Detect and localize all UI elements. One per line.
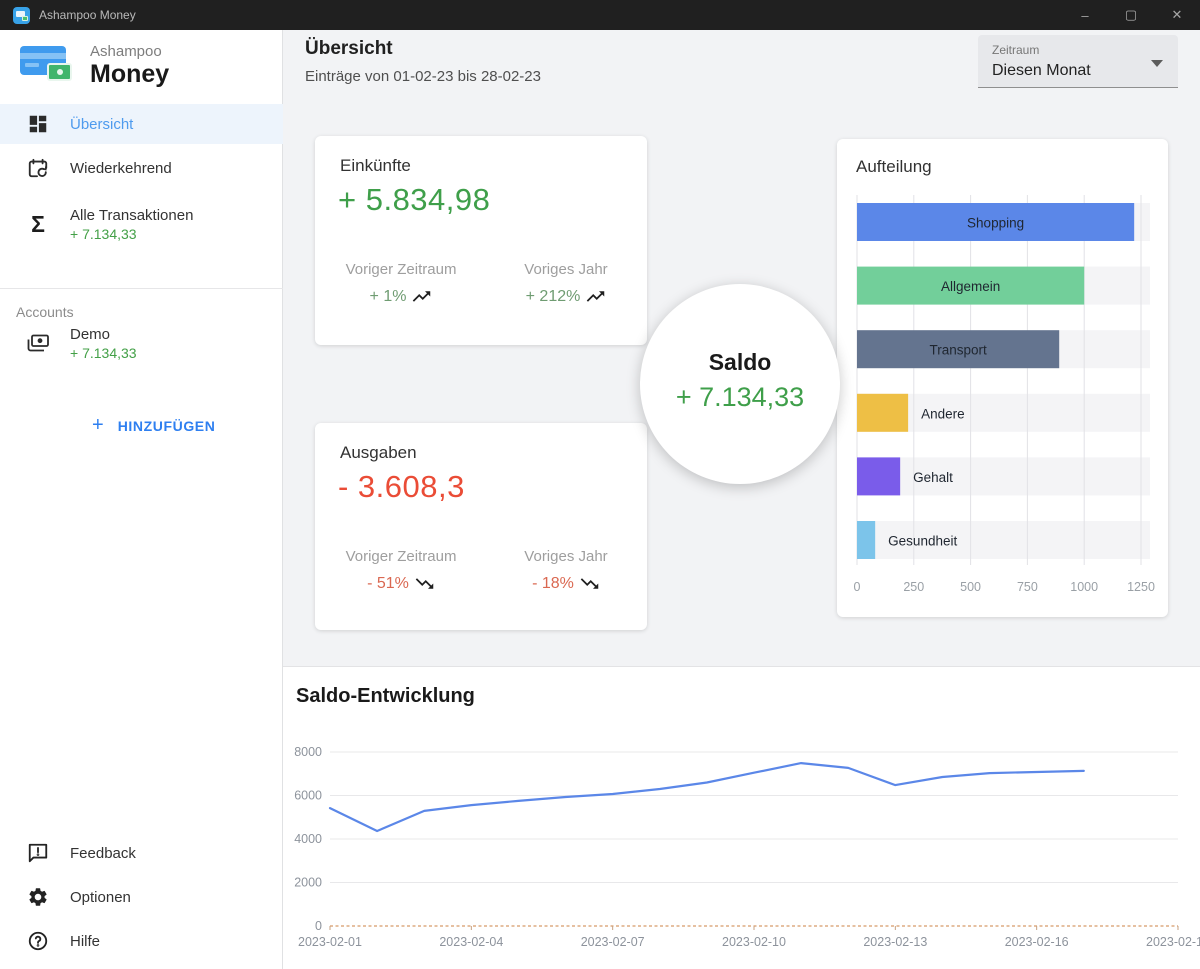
app-icon — [13, 6, 30, 24]
period-dropdown-label: Zeitraum — [992, 43, 1040, 57]
maximize-button[interactable]: ▢ — [1108, 0, 1154, 30]
gear-icon — [26, 885, 50, 909]
plus-icon: + — [92, 414, 104, 436]
svg-text:250: 250 — [903, 580, 924, 594]
transactions-total: + 7.134,33 — [70, 225, 137, 242]
svg-text:Allgemein: Allgemein — [941, 279, 1000, 294]
brand: Ashampoo Money — [20, 42, 169, 88]
split-chart-title: Aufteilung — [856, 157, 932, 176]
trending-down-icon — [415, 578, 434, 589]
brand-name-top: Ashampoo — [90, 42, 162, 60]
svg-text:2023-02-10: 2023-02-10 — [722, 935, 786, 949]
prev-period-label: Voriger Zeitraum — [345, 548, 457, 565]
trending-down-icon — [580, 578, 599, 589]
sidebar-item-label: Übersicht — [70, 115, 134, 133]
account-balance: + 7.134,33 — [70, 344, 137, 361]
svg-text:2023-02-13: 2023-02-13 — [863, 935, 927, 949]
line-chart-title: Saldo-Entwicklung — [296, 685, 475, 707]
app-window: Ashampoo Money – ▢ ✕ Ashampoo Money Über… — [0, 0, 1200, 969]
sidebar: Ashampoo Money Übersicht Wiederkehrend Σ… — [0, 30, 283, 969]
balance-circle: Saldo + 7.134,33 — [640, 284, 840, 484]
trending-up-icon — [413, 291, 431, 302]
svg-text:8000: 8000 — [294, 745, 322, 759]
prev-period-value: + 1% — [369, 287, 407, 305]
svg-text:2023-02-19: 2023-02-19 — [1146, 935, 1200, 949]
svg-text:1000: 1000 — [1070, 580, 1098, 594]
prev-year-value: + 212% — [525, 287, 581, 305]
minimize-button[interactable]: – — [1062, 0, 1108, 30]
income-card-title: Einkünfte — [340, 156, 411, 175]
balance-history-panel: Saldo-Entwicklung 0 2000 4000 6000 8000 2023-… — [283, 666, 1200, 969]
sidebar-item-hilfe[interactable]: Hilfe — [0, 919, 283, 963]
dashboard-icon — [26, 112, 50, 136]
feedback-icon — [26, 841, 50, 865]
svg-text:1250: 1250 — [1127, 580, 1155, 594]
expenses-card-title: Ausgaben — [340, 443, 417, 462]
brand-name-bottom: Money — [90, 59, 170, 88]
sidebar-item-optionen[interactable]: Optionen — [0, 875, 283, 919]
sidebar-item-wiederkehrend[interactable]: Wiederkehrend — [0, 148, 283, 188]
svg-text:4000: 4000 — [294, 832, 322, 846]
svg-text:Transport: Transport — [929, 343, 987, 358]
recurring-calendar-icon — [26, 156, 50, 180]
sidebar-footer: Feedback Optionen Hilfe — [0, 831, 283, 969]
window-title: Ashampoo Money — [39, 8, 136, 22]
sidebar-item-alle-transaktionen[interactable]: Σ Alle Transaktionen + 7.134,33 — [0, 196, 283, 252]
svg-text:6000: 6000 — [294, 789, 322, 803]
svg-text:Shopping: Shopping — [967, 216, 1024, 231]
svg-text:Gehalt: Gehalt — [913, 470, 953, 485]
prev-year-value: - 18% — [532, 574, 574, 592]
sidebar-item-label: Optionen — [70, 888, 131, 906]
svg-text:2023-02-01: 2023-02-01 — [298, 935, 362, 949]
sidebar-item-feedback[interactable]: Feedback — [0, 831, 283, 875]
svg-text:750: 750 — [1017, 580, 1038, 594]
expenses-amount: - 3.608,3 — [338, 469, 465, 504]
balance-amount: + 7.134,33 — [675, 382, 805, 412]
sidebar-item-label: Feedback — [70, 844, 136, 862]
svg-text:2023-02-07: 2023-02-07 — [581, 935, 645, 949]
trending-up-icon — [587, 291, 605, 302]
help-icon — [26, 929, 50, 953]
window-controls: – ▢ ✕ — [1062, 0, 1200, 30]
titlebar: Ashampoo Money – ▢ ✕ — [0, 0, 1200, 30]
page-subtitle: Einträge von 01-02-23 bis 28-02-23 — [305, 68, 541, 85]
sidebar-item-label: Alle Transaktionen — [70, 206, 194, 224]
income-amount: + 5.834,98 — [338, 182, 491, 217]
svg-text:0: 0 — [854, 580, 861, 594]
account-name: Demo — [70, 325, 111, 343]
close-button[interactable]: ✕ — [1154, 0, 1200, 30]
svg-text:500: 500 — [960, 580, 981, 594]
period-dropdown[interactable]: Zeitraum Diesen Monat — [978, 35, 1178, 88]
prev-period-label: Voriger Zeitraum — [345, 261, 457, 278]
split-bar-chart: Shopping Allgemein Transport Andere Gehalt Ge… — [854, 195, 1155, 605]
split-card: Aufteilung Shopping Allgemein Transport And… — [837, 139, 1168, 617]
payments-icon — [26, 331, 50, 355]
svg-text:Gesundheit: Gesundheit — [888, 534, 957, 549]
account-item-demo[interactable]: Demo + 7.134,33 — [0, 318, 283, 368]
sidebar-item-label: Hilfe — [70, 932, 101, 950]
brand-logo-icon — [20, 42, 76, 88]
income-card: Einkünfte + 5.834,98 Voriger Zeitraum + … — [315, 136, 647, 345]
page-title: Übersicht — [305, 38, 393, 59]
prev-year-label: Voriges Jahr — [524, 261, 608, 278]
sigma-icon: Σ — [31, 210, 45, 237]
svg-text:2023-02-16: 2023-02-16 — [1005, 935, 1069, 949]
svg-text:Andere: Andere — [921, 406, 965, 421]
svg-text:2000: 2000 — [294, 876, 322, 890]
svg-text:2023-02-04: 2023-02-04 — [439, 935, 503, 949]
period-dropdown-value: Diesen Monat — [992, 62, 1091, 79]
add-account-button[interactable]: + HINZUFÜGEN — [92, 414, 215, 437]
chevron-down-icon — [1151, 60, 1163, 67]
prev-period-value: - 51% — [367, 574, 409, 592]
svg-text:0: 0 — [315, 919, 322, 933]
sidebar-divider — [0, 288, 283, 289]
sidebar-item-label: Wiederkehrend — [70, 159, 172, 177]
expenses-card: Ausgaben - 3.608,3 Voriger Zeitraum - 51… — [315, 423, 647, 630]
prev-year-label: Voriges Jahr — [524, 548, 608, 565]
balance-line-chart: 0 2000 4000 6000 8000 2023-02-01 2023-02-04 202… — [288, 733, 1200, 963]
sidebar-item-uebersicht[interactable]: Übersicht — [0, 104, 283, 144]
balance-title: Saldo — [708, 349, 772, 375]
